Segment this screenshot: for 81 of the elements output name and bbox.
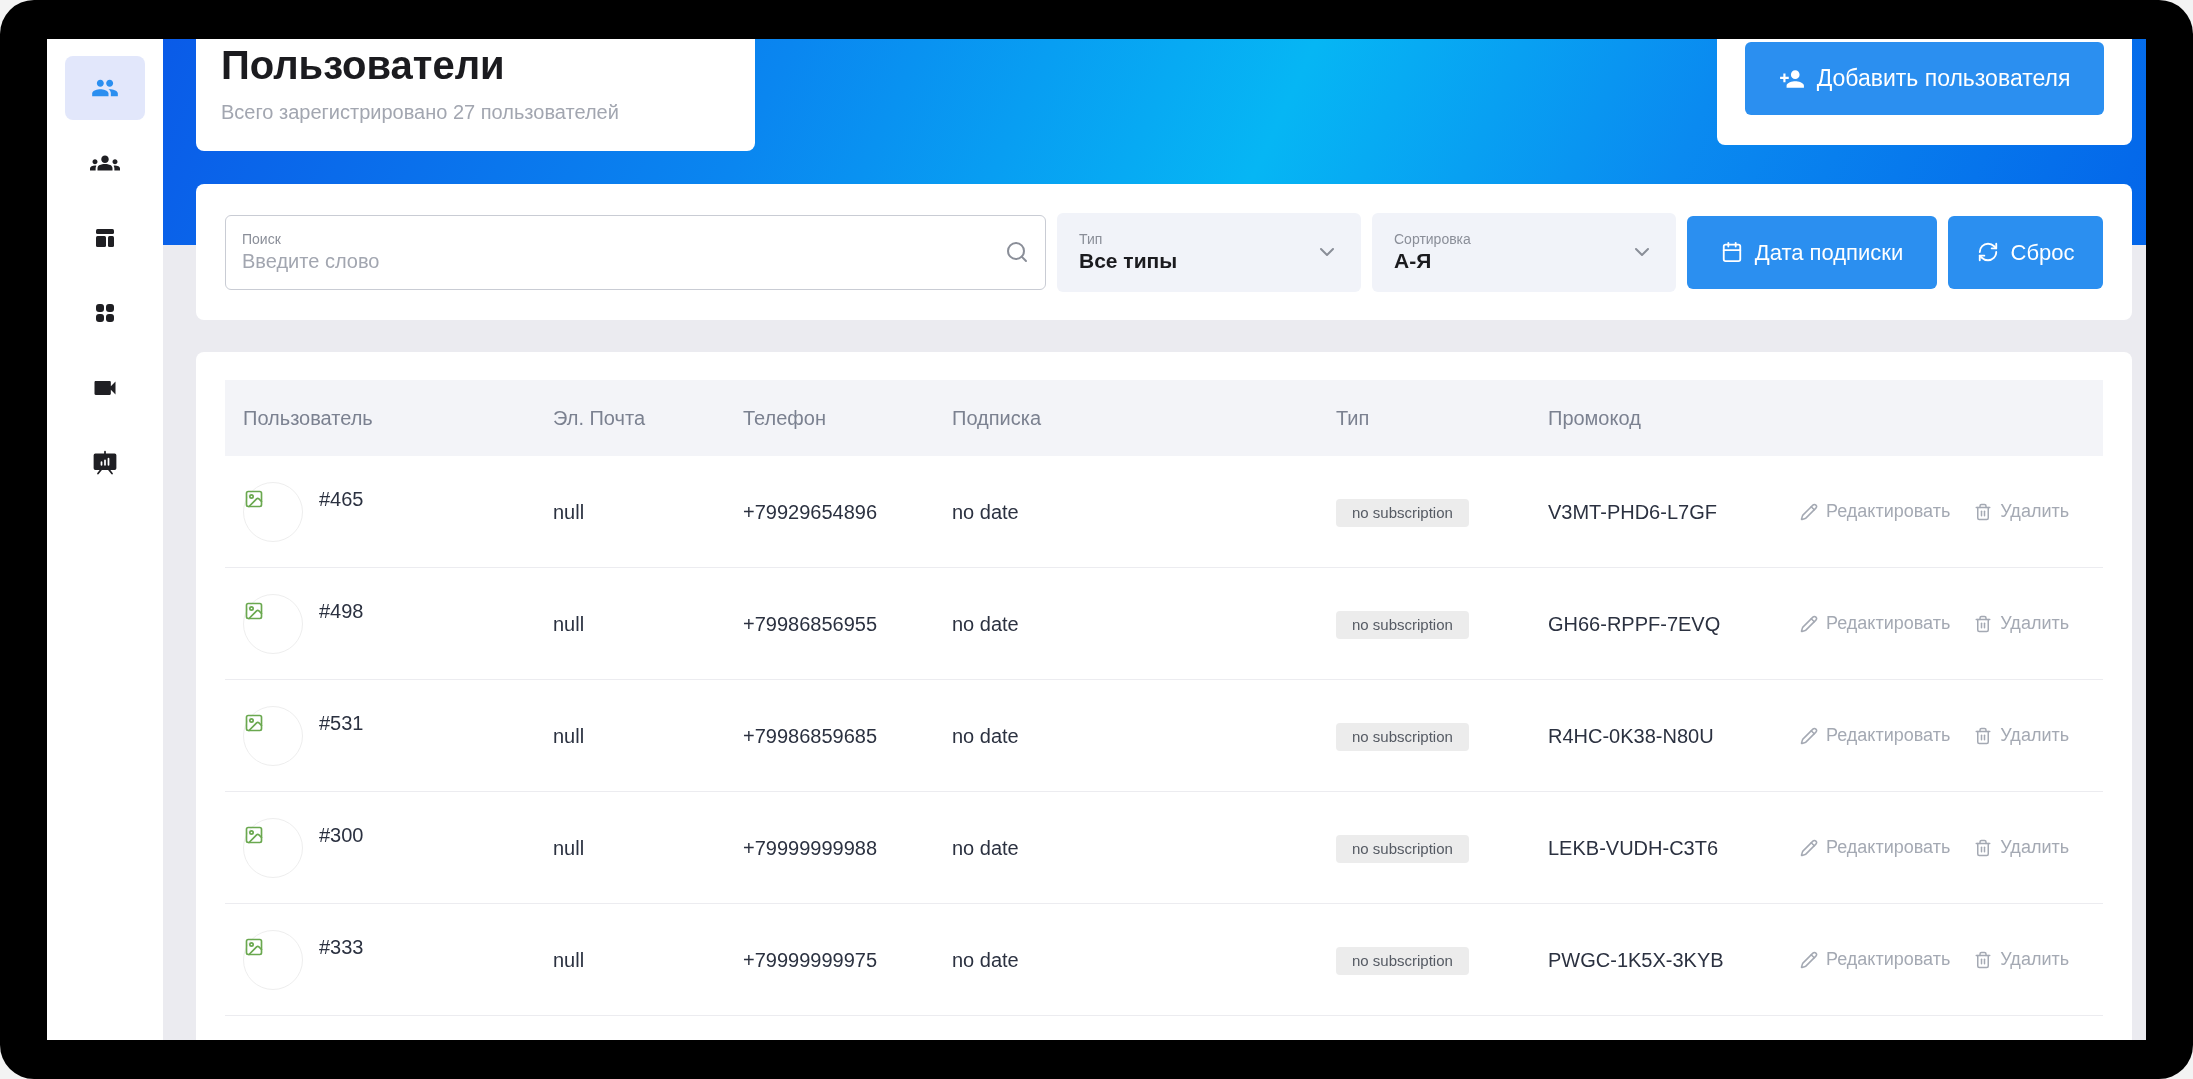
user-id: #498 <box>319 598 364 624</box>
date-filter-button[interactable]: Дата подписки <box>1687 215 1937 289</box>
trash-icon <box>1974 950 1993 969</box>
reset-button[interactable]: Сброс <box>1948 215 2103 289</box>
type-badge: no subscription <box>1336 834 1469 864</box>
table-cell: +79929654896 <box>743 500 878 523</box>
promo-code: GH66-RPPF-7EVQ <box>1548 612 1721 635</box>
table-cell: no date <box>952 948 1019 971</box>
table-cell: null <box>553 948 585 971</box>
presentation-chart-icon <box>91 449 119 477</box>
column-header: Телефон <box>743 407 826 429</box>
column-header: Тип <box>1336 407 1370 429</box>
select-field[interactable]: Тип Все типы <box>1057 212 1361 292</box>
table-cell: +79999999988 <box>743 836 878 859</box>
select-value: Все типы <box>1079 248 1179 274</box>
table-cell: +79999999975 <box>743 948 878 971</box>
trash-icon <box>1974 502 1993 521</box>
user-id: #333 <box>319 934 364 960</box>
pencil-icon <box>1800 614 1818 633</box>
pencil-icon <box>1800 502 1818 521</box>
pencil-icon <box>1800 838 1818 857</box>
delete-link[interactable]: Удалить <box>1974 834 2070 861</box>
promo-code: R4HC-0K38-N80U <box>1548 724 1714 747</box>
grid-icon <box>93 301 117 325</box>
field-label: Сортировка <box>1394 230 1472 248</box>
trash-icon <box>1974 838 1993 857</box>
user-id: #300 <box>319 822 364 848</box>
table-cell: null <box>553 836 585 859</box>
table-cell: +79986859685 <box>743 724 878 747</box>
promo-code: LEKB-VUDH-C3T6 <box>1548 836 1719 859</box>
add-user-button[interactable]: Добавить пользователя <box>1745 42 2104 115</box>
table-cell: no date <box>952 724 1019 747</box>
column-header: Эл. Почта <box>553 407 646 429</box>
broken-image-icon <box>244 936 264 957</box>
broken-image-icon <box>244 600 264 621</box>
edit-link[interactable]: Редактировать <box>1800 834 1951 861</box>
table-cell: null <box>553 724 585 747</box>
field-label: Поиск <box>242 230 282 248</box>
column-header: Промокод <box>1548 407 1641 429</box>
edit-link[interactable]: Редактировать <box>1800 610 1951 637</box>
calendar-icon <box>1720 241 1743 263</box>
edit-link[interactable]: Редактировать <box>1800 498 1951 525</box>
delete-link[interactable]: Удалить <box>1974 722 2070 749</box>
page-title: Пользователи <box>221 42 506 89</box>
table-cell: +79986856955 <box>743 612 878 635</box>
pencil-icon <box>1800 726 1818 745</box>
delete-link[interactable]: Удалить <box>1974 498 2070 525</box>
refresh-icon <box>1976 241 1999 263</box>
trash-icon <box>1974 726 1993 745</box>
table-cell: no date <box>952 836 1019 859</box>
type-badge: no subscription <box>1336 498 1469 528</box>
select-field[interactable]: Сортировка А-Я <box>1372 212 1676 292</box>
table-cell: null <box>553 612 585 635</box>
delete-link[interactable]: Удалить <box>1974 610 2070 637</box>
select-value: А-Я <box>1394 248 1433 274</box>
search-input[interactable]: Введите слово <box>242 248 1005 274</box>
search-field[interactable]: Поиск Введите слово <box>225 214 1046 290</box>
column-header: Пользователь <box>243 407 373 429</box>
broken-image-icon <box>244 712 264 733</box>
search-icon <box>1005 240 1029 264</box>
type-badge: no subscription <box>1336 722 1469 752</box>
layout-icon <box>93 226 117 250</box>
trash-icon <box>1974 614 1993 633</box>
table-cell: no date <box>952 500 1019 523</box>
page-subtitle: Всего зарегистрировано 27 пользователей <box>221 100 620 125</box>
table-cell: null <box>553 500 585 523</box>
promo-code: V3MT-PHD6-L7GF <box>1548 500 1717 523</box>
edit-link[interactable]: Редактировать <box>1800 946 1951 973</box>
type-badge: no subscription <box>1336 946 1469 976</box>
edit-link[interactable]: Редактировать <box>1800 722 1951 749</box>
user-id: #465 <box>319 486 364 512</box>
field-label: Тип <box>1079 230 1104 248</box>
pencil-icon <box>1800 950 1818 969</box>
user-id: #531 <box>319 710 364 736</box>
delete-link[interactable]: Удалить <box>1974 946 2070 973</box>
broken-image-icon <box>244 488 264 509</box>
table-cell: no date <box>952 612 1019 635</box>
promo-code: PWGC-1K5X-3KYB <box>1548 948 1724 971</box>
broken-image-icon <box>244 824 264 845</box>
type-badge: no subscription <box>1336 610 1469 640</box>
column-header: Подписка <box>952 407 1042 429</box>
